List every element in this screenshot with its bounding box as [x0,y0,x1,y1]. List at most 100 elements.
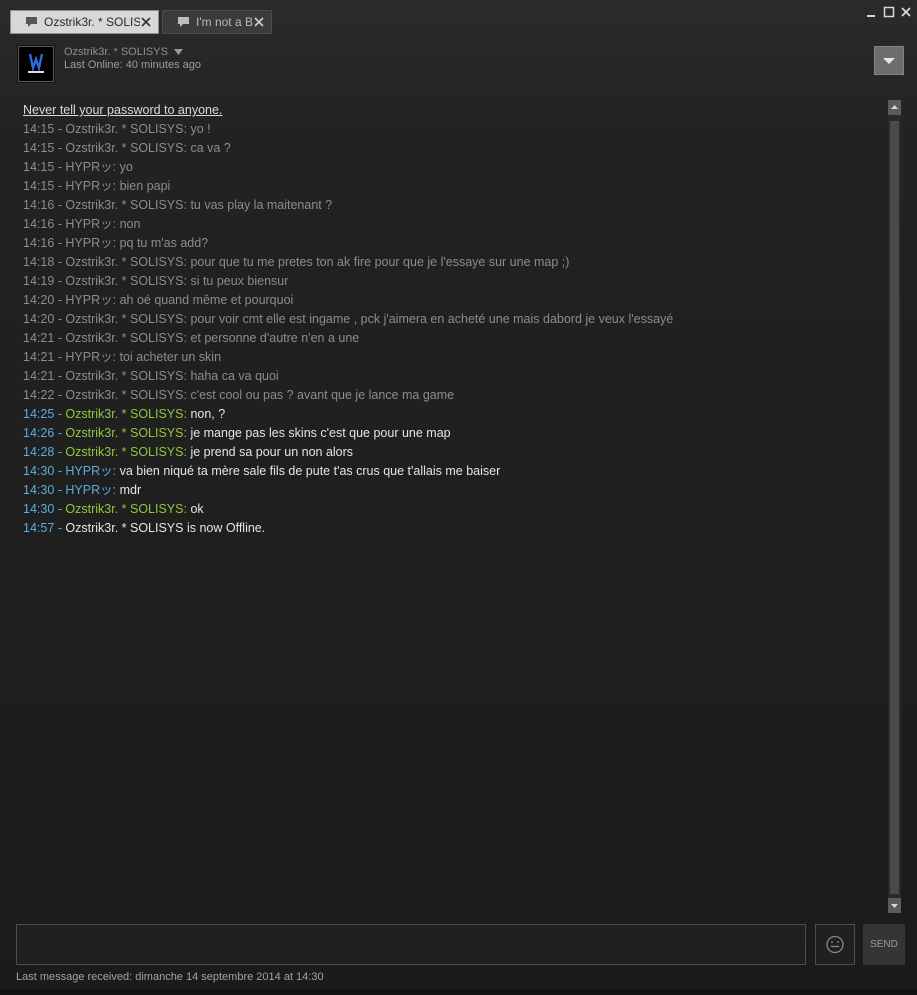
message-text: ok [190,502,204,516]
message-sender: HYPRッ [65,293,113,307]
chat-bubble-icon [178,17,189,27]
message-time: 14:15 [23,160,55,174]
message-time: 14:21 [23,350,55,364]
chat-message: 14:26 - Ozstrik3r. * SOLISYS: je mange p… [23,424,878,443]
message-dash: - [54,255,66,269]
message-time: 14:21 [23,369,55,383]
chat-message: 14:20 - Ozstrik3r. * SOLISYS: pour voir … [23,310,878,329]
chat-message: 14:30 - HYPRッ: mdr [23,481,878,500]
message-sender: Ozstrik3r. * SOLISYS [65,369,184,383]
message-text: yo [119,160,133,174]
chat-message: 14:25 - Ozstrik3r. * SOLISYS: non, ? [23,405,878,424]
scroll-thumb[interactable] [890,121,899,894]
message-colon: : [112,483,120,497]
message-time: 14:16 [23,217,55,231]
message-dash: - [54,369,66,383]
emoticon-button[interactable] [815,924,855,965]
close-icon[interactable] [899,5,913,19]
message-time: 14:20 [23,293,55,307]
chat-window: Ozstrik3r. * SOLISYS I'm not a Bee [0,0,917,995]
message-sender: Ozstrik3r. * SOLISYS [65,426,184,440]
tab-label: Ozstrik3r. * SOLISYS [44,15,140,29]
message-dash: - [54,445,66,459]
message-time: 14:19 [23,274,55,288]
send-button[interactable]: SEND [863,924,905,965]
message-dash: - [54,217,66,231]
message-time: 14:25 [23,407,55,421]
message-text: va bien niqué ta mère sale fils de pute … [119,464,501,478]
message-time: 14:57 [23,521,55,535]
message-time: 14:16 [23,198,55,212]
message-dash: - [54,407,66,421]
friend-name[interactable]: Ozstrik3r. * SOLISYS [64,46,183,58]
chat-lines: Never tell your password to anyone. 14:1… [23,101,878,538]
message-text: je mange pas les skins c'est que pour un… [190,426,451,440]
message-sender: Ozstrik3r. * SOLISYS [65,274,184,288]
message-sender: Ozstrik3r. * SOLISYS [65,502,184,516]
options-dropdown-button[interactable] [874,46,904,75]
chat-message: 14:30 - HYPRッ: va bien niqué ta mère sal… [23,462,878,481]
tab-im-not-a-bee[interactable]: I'm not a Bee [162,10,272,34]
minimize-icon[interactable] [864,5,878,19]
chat-message: 14:20 - HYPRッ: ah oé quand même et pourq… [23,291,878,310]
avatar[interactable] [18,46,54,82]
message-time: 14:26 [23,426,55,440]
message-sender: Ozstrik3r. * SOLISYS [65,331,184,345]
tab-ozstrik3r[interactable]: Ozstrik3r. * SOLISYS [10,10,159,34]
message-dash: - [54,521,66,535]
chat-message: 14:21 - Ozstrik3r. * SOLISYS: haha ca va… [23,367,878,386]
chat-message: 14:15 - HYPRッ: yo [23,158,878,177]
message-time: 14:22 [23,388,55,402]
chat-message: 14:19 - Ozstrik3r. * SOLISYS: si tu peux… [23,272,878,291]
message-colon: : [112,217,120,231]
chat-message: 14:21 - Ozstrik3r. * SOLISYS: et personn… [23,329,878,348]
message-text: bien papi [119,179,171,193]
chat-header: Ozstrik3r. * SOLISYS Last Online: 40 min… [16,44,912,92]
message-sender: Ozstrik3r. * SOLISYS [65,198,184,212]
message-text: non [119,217,141,231]
maximize-icon[interactable] [882,5,896,19]
message-dash: - [54,483,66,497]
message-sender: Ozstrik3r. * SOLISYS [65,141,184,155]
message-colon: : [112,464,120,478]
message-text: yo ! [190,122,211,136]
last-online-status: Last Online: 40 minutes ago [64,59,201,71]
chat-message: 14:15 - Ozstrik3r. * SOLISYS: ca va ? [23,139,878,158]
message-dash: - [54,464,66,478]
message-text: c'est cool ou pas ? avant que je lance m… [190,388,455,402]
close-tab-icon[interactable] [253,16,265,28]
message-sender: Ozstrik3r. * SOLISYS [65,312,184,326]
message-sender: HYPRッ [65,179,113,193]
message-input[interactable] [16,924,806,965]
emoticon-icon [826,935,844,954]
scroll-down-button[interactable] [888,898,901,913]
message-list: 14:15 - Ozstrik3r. * SOLISYS: yo ! 14:15 … [23,120,878,519]
close-tab-icon[interactable] [140,16,152,28]
message-time: 14:30 [23,483,55,497]
message-dash: - [54,141,66,155]
message-time: 14:15 [23,122,55,136]
message-dash: - [54,198,66,212]
scroll-up-button[interactable] [888,100,901,115]
message-sender: HYPRッ [65,464,113,478]
chat-log[interactable]: Never tell your password to anyone. 14:1… [16,96,888,916]
message-text: pour que tu me pretes ton ak fire pour q… [190,255,570,269]
message-sender: HYPRッ [65,483,113,497]
chat-message: 14:28 - Ozstrik3r. * SOLISYS: je prend s… [23,443,878,462]
chat-message: 14:16 - HYPRッ: pq tu m'as add? [23,234,878,253]
message-dash: - [54,388,66,402]
message-time: 14:28 [23,445,55,459]
password-warning: Never tell your password to anyone. [23,103,223,117]
chevron-down-icon [883,58,895,64]
chevron-down-icon[interactable] [173,49,183,55]
message-dash: - [54,160,66,174]
chat-message: 14:16 - Ozstrik3r. * SOLISYS: tu vas pla… [23,196,878,215]
chat-bubble-icon [26,17,37,27]
scroll-track[interactable] [888,115,901,898]
message-sender: HYPRッ [65,350,113,364]
message-sender: Ozstrik3r. * SOLISYS [65,122,184,136]
message-time: 14:16 [23,236,55,250]
message-sender: Ozstrik3r. * SOLISYS [65,388,184,402]
chat-scrollbar[interactable] [888,100,901,913]
friend-name-label: Ozstrik3r. * SOLISYS [64,46,168,58]
